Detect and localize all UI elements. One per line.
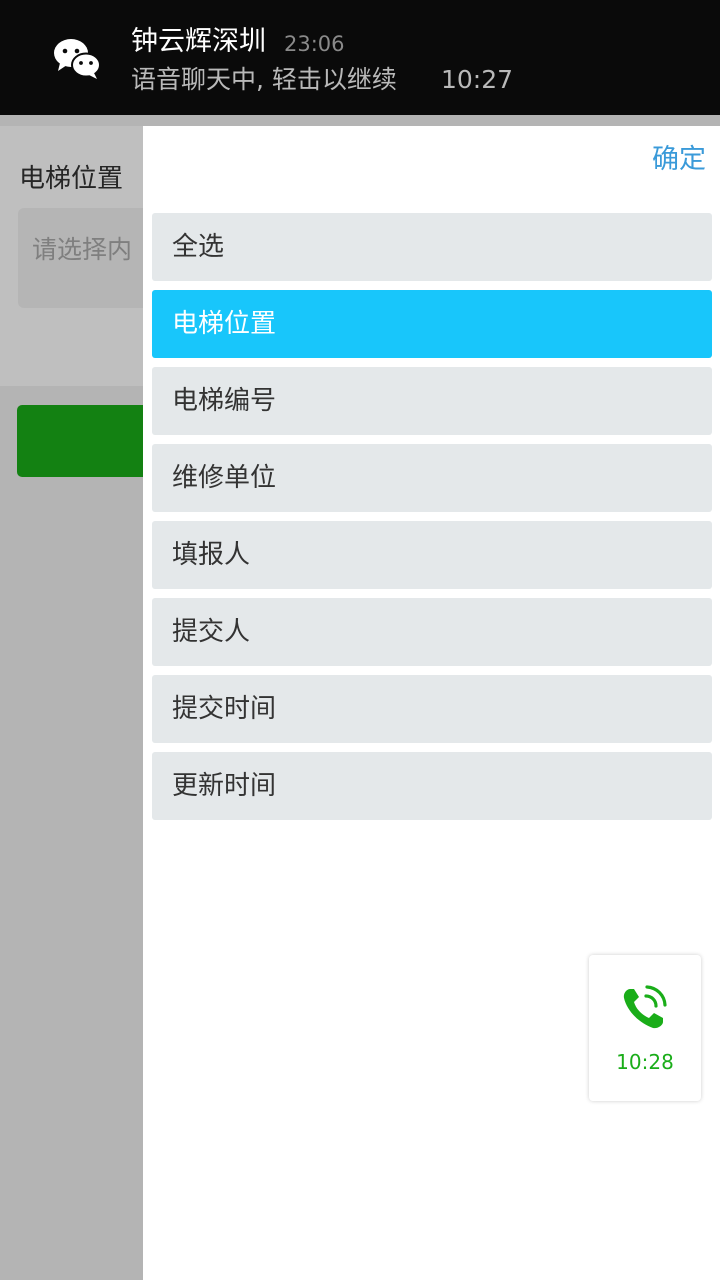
filter-drawer: 确定 全选 电梯位置 电梯编号 维修单位 填报人 提交人 提交时间 更新时间 [143,126,720,1280]
option-elevator-location[interactable]: 电梯位置 [152,290,712,358]
notification-time: 23:06 [284,32,345,56]
call-notification[interactable]: 钟云辉深圳 23:06 语音聊天中, 轻击以继续 10:27 [0,0,720,115]
phone-call-icon [623,985,667,1029]
option-submitter[interactable]: 提交人 [152,598,712,666]
notification-duration: 10:27 [441,65,514,94]
wechat-icon [54,39,101,79]
option-select-all[interactable]: 全选 [152,213,712,281]
option-update-time[interactable]: 更新时间 [152,752,712,820]
notification-title: 钟云辉深圳 [131,26,266,57]
confirm-button[interactable]: 确定 [652,142,706,178]
call-timer: 10:28 [616,1050,674,1074]
screen: 钟云辉深圳 23:06 语音聊天中, 轻击以继续 10:27 电梯位置 请选择内… [0,0,720,1280]
option-maintenance-unit[interactable]: 维修单位 [152,444,712,512]
option-elevator-number[interactable]: 电梯编号 [152,367,712,435]
notification-text: 语音聊天中, 轻击以继续 [131,65,397,94]
voice-call-float-button[interactable]: 10:28 [589,955,701,1101]
option-reporter[interactable]: 填报人 [152,521,712,589]
option-submit-time[interactable]: 提交时间 [152,675,712,743]
option-list: 全选 电梯位置 电梯编号 维修单位 填报人 提交人 提交时间 更新时间 [152,213,712,829]
